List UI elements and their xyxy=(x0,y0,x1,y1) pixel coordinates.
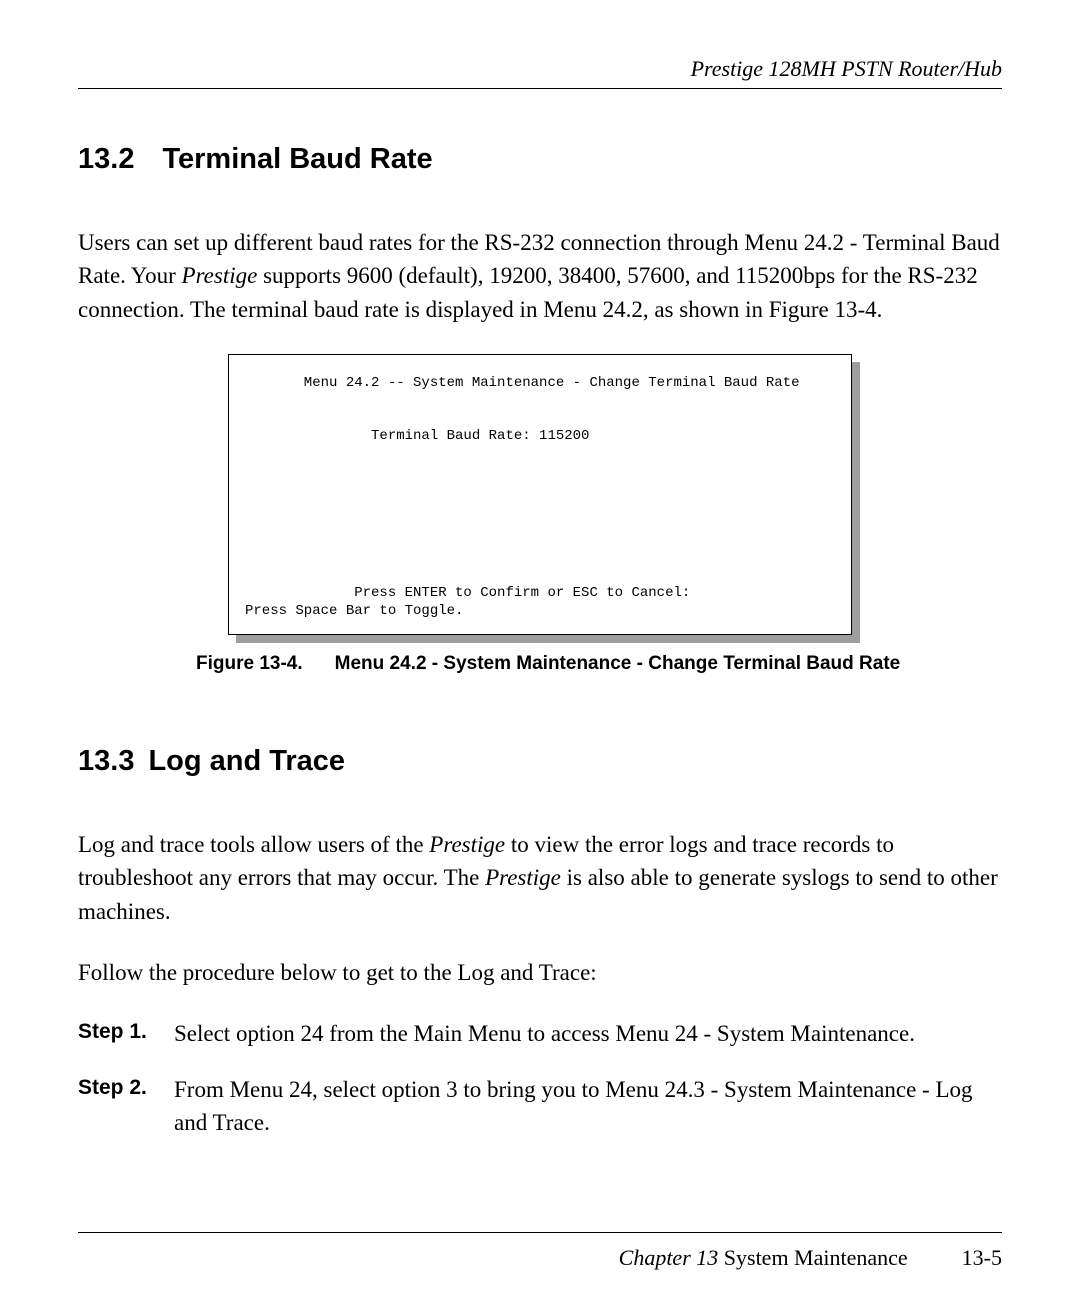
terminal-title-line: Menu 24.2 -- System Maintenance - Change… xyxy=(245,375,800,391)
figure-caption: Figure 13-4. Menu 24.2 - System Maintenan… xyxy=(78,653,1002,675)
terminal-screen: Menu 24.2 -- System Maintenance - Change… xyxy=(228,354,852,635)
step-label: Step 2. xyxy=(78,1073,174,1140)
section-title: Log and Trace xyxy=(148,745,345,777)
prestige-term: Prestige xyxy=(485,865,561,890)
prestige-term: Prestige xyxy=(182,263,258,288)
running-header: Prestige 128MH PSTN Router/Hub xyxy=(78,56,1002,82)
step-item: Step 2. From Menu 24, select option 3 to… xyxy=(78,1073,1002,1140)
section-13-2-heading: 13.2 Terminal Baud Rate xyxy=(78,143,1002,176)
footer-rule xyxy=(78,1232,1002,1233)
section-13-3-heading: 13.3 Log and Trace xyxy=(78,745,1002,778)
footer-line: Chapter 13 System Maintenance 13-5 xyxy=(78,1245,1002,1271)
step-label: Step 1. xyxy=(78,1017,174,1050)
step-text: Select option 24 from the Main Menu to a… xyxy=(174,1017,1002,1050)
figure-caption-text: Menu 24.2 - System Maintenance - Change … xyxy=(335,653,901,674)
footer-chapter: Chapter 13 System Maintenance xyxy=(619,1245,908,1271)
terminal-toggle-line: Press Space Bar to Toggle. xyxy=(245,603,463,619)
section-number: 13.2 xyxy=(78,143,134,176)
terminal-figure: Menu 24.2 -- System Maintenance - Change… xyxy=(228,354,852,635)
footer-page-number: 13-5 xyxy=(962,1245,1002,1271)
page: Prestige 128MH PSTN Router/Hub 13.2 Termi… xyxy=(0,0,1080,1311)
terminal-confirm-line: Press ENTER to Confirm or ESC to Cancel: xyxy=(245,585,690,601)
section-13-2-paragraph: Users can set up different baud rates fo… xyxy=(78,226,1002,326)
step-item: Step 1. Select option 24 from the Main M… xyxy=(78,1017,1002,1050)
section-title: Terminal Baud Rate xyxy=(162,143,432,175)
step-text: From Menu 24, select option 3 to bring y… xyxy=(174,1073,1002,1140)
figure-label: Figure 13-4. xyxy=(196,653,303,675)
section-13-3-paragraph-2: Follow the procedure below to get to the… xyxy=(78,956,1002,989)
step-list: Step 1. Select option 24 from the Main M… xyxy=(78,1017,1002,1139)
section-number: 13.3 xyxy=(78,745,134,778)
terminal-value-line: Terminal Baud Rate: 115200 xyxy=(245,428,589,444)
page-footer: Chapter 13 System Maintenance 13-5 xyxy=(78,1232,1002,1271)
header-rule xyxy=(78,88,1002,89)
section-13-3-paragraph-1: Log and trace tools allow users of the P… xyxy=(78,828,1002,928)
prestige-term: Prestige xyxy=(429,832,505,857)
